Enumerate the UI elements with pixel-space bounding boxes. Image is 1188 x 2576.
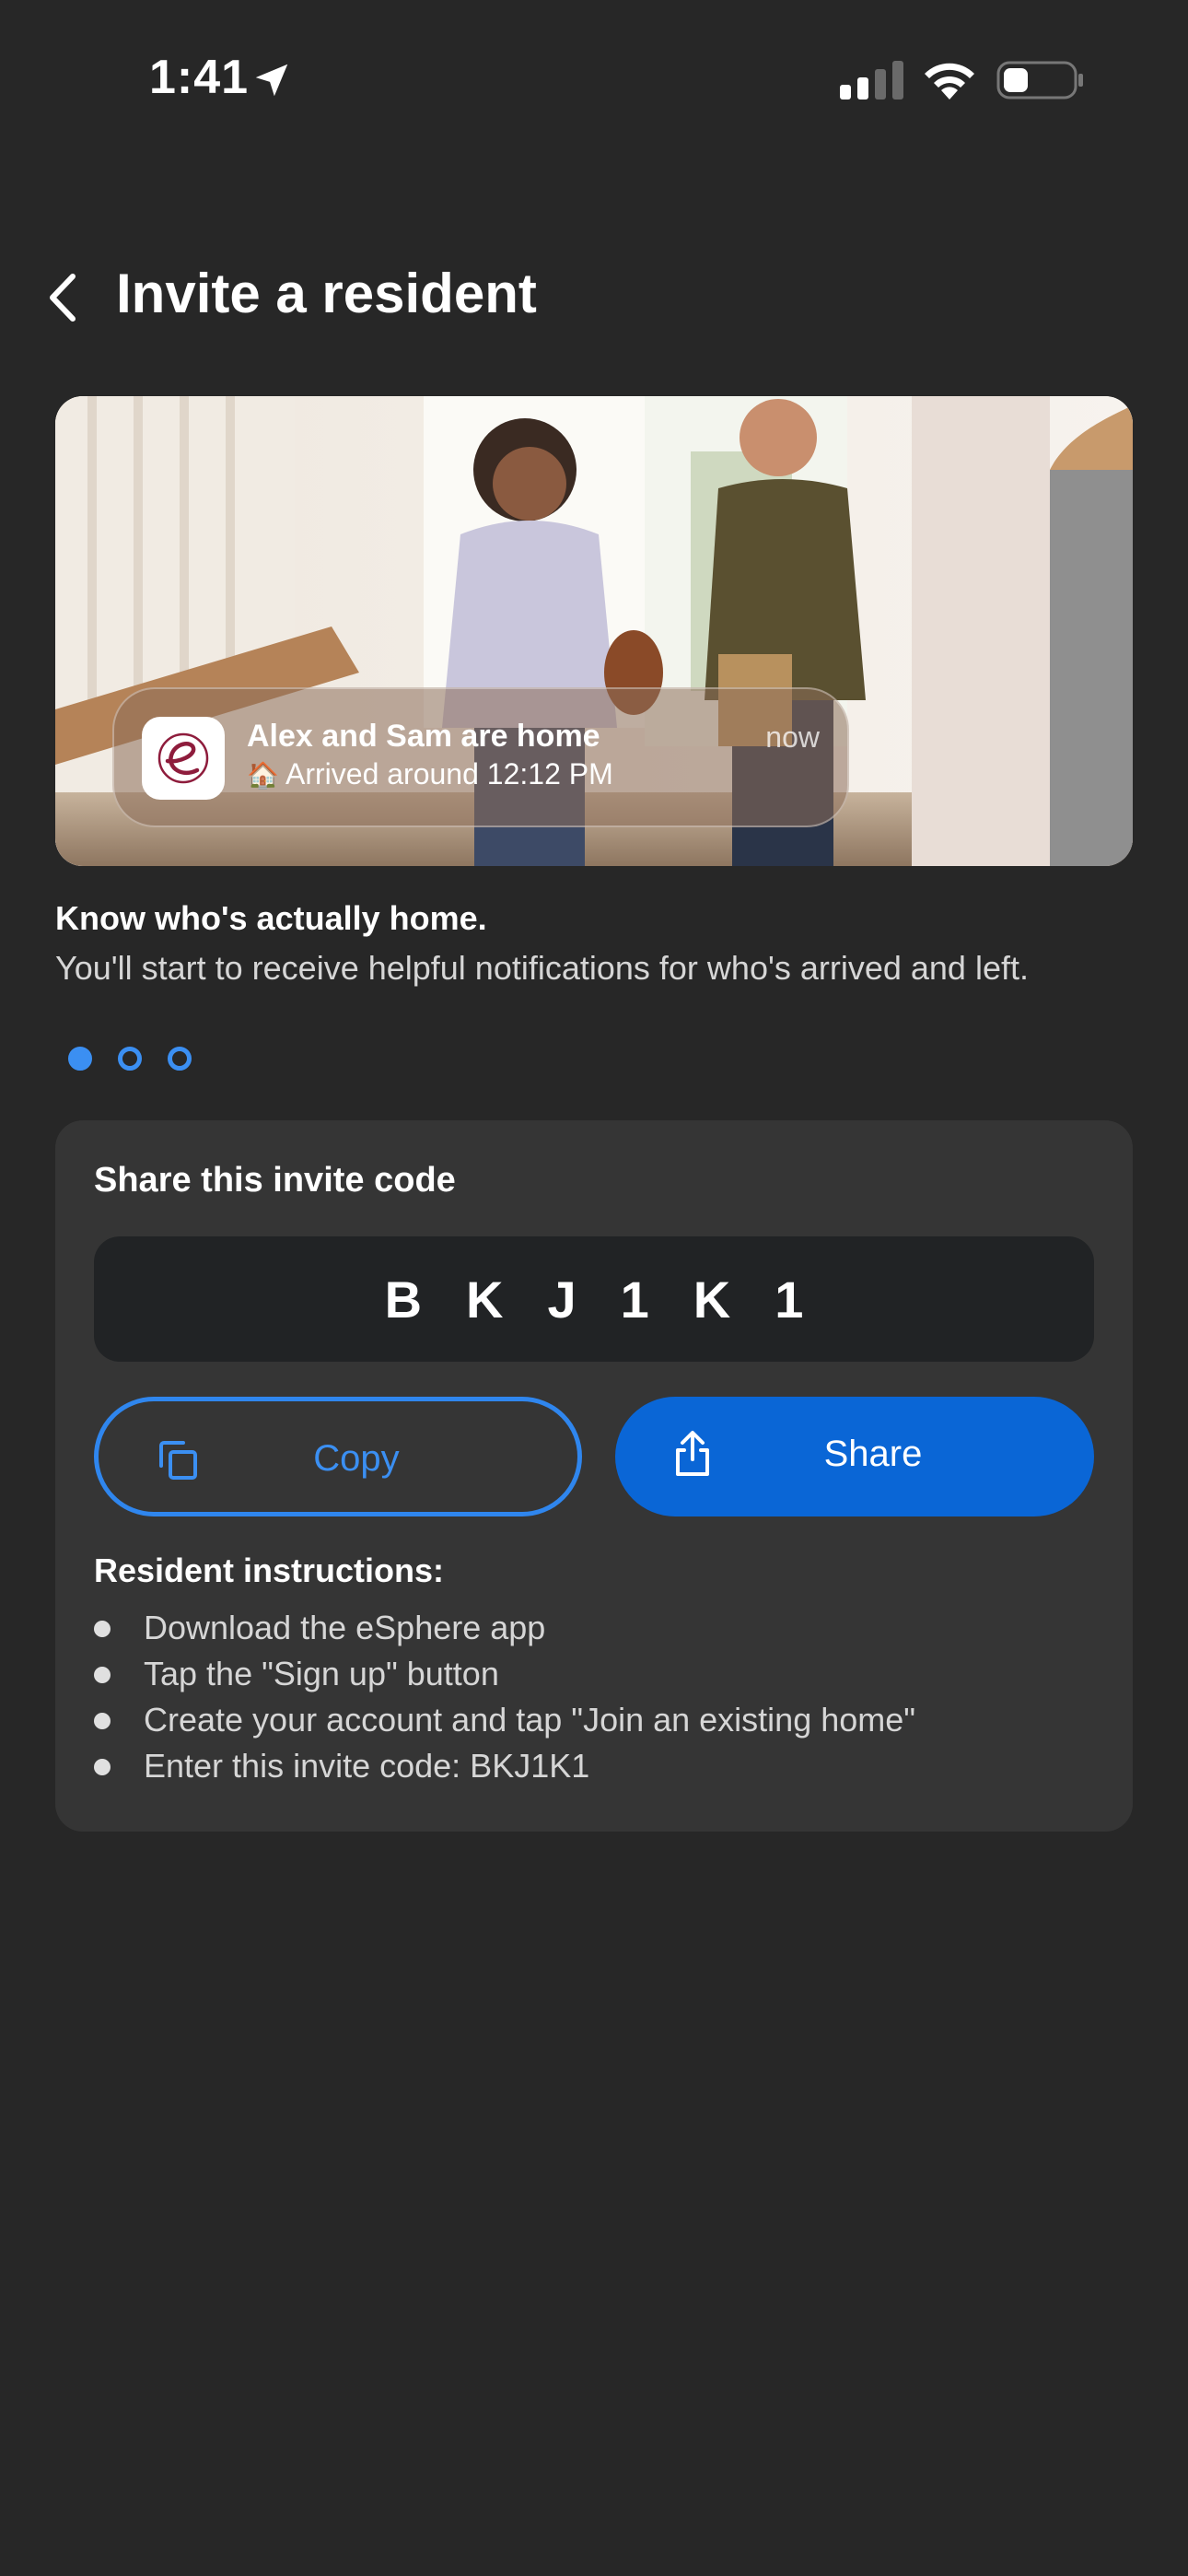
page-dot-3[interactable]	[168, 1047, 192, 1071]
share-button[interactable]: Share	[615, 1397, 1094, 1516]
bullet-icon	[94, 1713, 111, 1729]
bullet-icon	[94, 1759, 111, 1775]
cellular-signal-icon	[840, 61, 903, 100]
notification-time: now	[765, 720, 820, 754]
page-indicator	[68, 1047, 192, 1071]
page-dot-2[interactable]	[118, 1047, 142, 1071]
status-bar: 1:41	[0, 0, 1188, 157]
page-dot-1[interactable]	[68, 1047, 92, 1071]
instruction-text: Create your account and tap "Join an exi…	[144, 1701, 916, 1739]
instructions-heading: Resident instructions:	[94, 1551, 445, 1589]
notification-title: Alex and Sam are home	[247, 719, 600, 754]
instruction-text: Download the eSphere app	[144, 1609, 546, 1646]
copy-label: Copy	[313, 1438, 400, 1479]
instruction-text: Tap the "Sign up" button	[144, 1655, 499, 1692]
chevron-left-icon	[50, 274, 76, 322]
hero-image: Alex and Sam are home 🏠 Arrived around 1…	[55, 396, 1133, 866]
instructions-list: Download the eSphere app Tap the "Sign u…	[94, 1605, 915, 1789]
esphere-logo-mark	[157, 732, 209, 784]
bullet-icon	[94, 1621, 111, 1637]
wifi-icon	[925, 63, 974, 100]
notification-subtitle: 🏠 Arrived around 12:12 PM	[247, 757, 613, 791]
instruction-item: Create your account and tap "Join an exi…	[94, 1697, 915, 1743]
invite-code-box: BKJ1K1	[94, 1236, 1094, 1362]
status-time: 1:41	[149, 51, 250, 104]
feature-heading: Know who's actually home.	[55, 899, 487, 937]
invite-code: BKJ1K1	[384, 1270, 848, 1329]
notification-subtitle-text: Arrived around 12:12 PM	[285, 757, 613, 790]
share-label: Share	[823, 1434, 923, 1474]
invite-card: Share this invite code BKJ1K1 Copy Share…	[55, 1120, 1133, 1832]
copy-button[interactable]: Copy	[94, 1397, 582, 1516]
instruction-item: Download the eSphere app	[94, 1605, 915, 1651]
invite-heading: Share this invite code	[94, 1161, 456, 1200]
house-icon: 🏠	[247, 761, 279, 790]
instruction-item: Tap the "Sign up" button	[94, 1651, 915, 1697]
location-arrow-icon	[255, 64, 288, 97]
arrival-notification: Alex and Sam are home 🏠 Arrived around 1…	[112, 687, 849, 827]
instruction-text: Enter this invite code: BKJ1K1	[144, 1747, 590, 1785]
page-title: Invite a resident	[116, 263, 537, 324]
battery-icon	[996, 61, 1083, 100]
bullet-icon	[94, 1667, 111, 1683]
feature-description: You'll start to receive helpful notifica…	[55, 949, 1029, 987]
esphere-logo	[142, 717, 225, 800]
instruction-item: Enter this invite code: BKJ1K1	[94, 1743, 915, 1789]
back-button[interactable]	[37, 265, 88, 330]
